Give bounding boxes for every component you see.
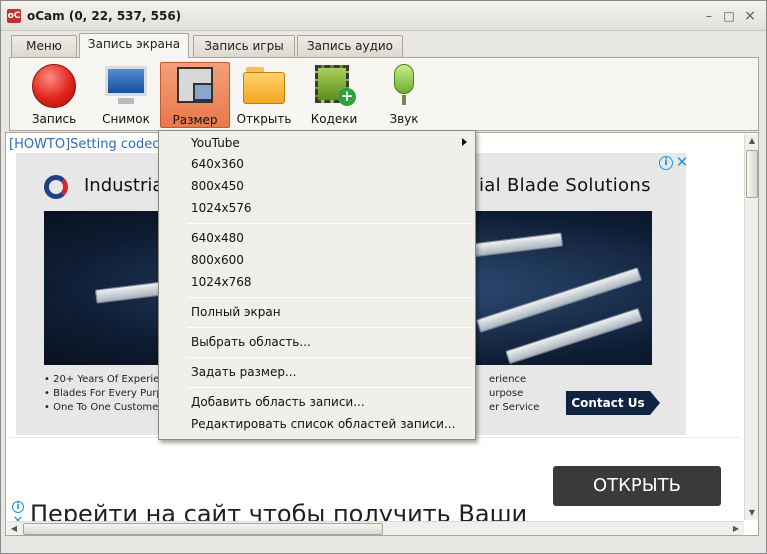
- menu-item-youtube[interactable]: YouTube: [191, 136, 240, 150]
- codecs-button[interactable]: + Кодеки: [304, 62, 364, 128]
- menu-separator: [187, 297, 471, 298]
- open-label: Открыть: [236, 112, 292, 126]
- close-button[interactable]: ×: [742, 8, 758, 24]
- scroll-down-icon[interactable]: ▼: [745, 506, 759, 520]
- size-dropdown-menu: YouTube 640x360 800x450 1024x576 640x480…: [158, 130, 476, 440]
- menu-separator: [187, 223, 471, 224]
- minimize-button[interactable]: –: [701, 8, 717, 24]
- record-label: Запись: [31, 112, 77, 126]
- snapshot-label: Снимок: [102, 112, 150, 126]
- menu-item-fullscreen[interactable]: Полный экран: [191, 305, 281, 319]
- ad-bullet: urpose: [489, 388, 524, 399]
- tab-audio-recording[interactable]: Запись аудио: [297, 35, 403, 57]
- industrial-logo-icon: [44, 175, 72, 199]
- ad-bullet: • 20+ Years Of Experienc: [44, 374, 172, 385]
- menu-item-select-area[interactable]: Выбрать область...: [191, 335, 311, 349]
- menu-item-edit-areas[interactable]: Редактировать список областей записи...: [191, 417, 455, 431]
- snapshot-button[interactable]: Снимок: [96, 62, 156, 128]
- record-icon: [30, 62, 78, 108]
- ad-bullet: erience: [489, 374, 527, 385]
- status-bar: [1, 538, 766, 553]
- sound-label: Звук: [389, 112, 419, 126]
- menu-item-1024x768[interactable]: 1024x768: [191, 275, 252, 289]
- tab-menu[interactable]: Меню: [11, 35, 77, 57]
- size-button[interactable]: Размер: [160, 62, 230, 128]
- contact-us-button[interactable]: Contact Us: [566, 391, 660, 415]
- ad-bullets-right: erience urpose er Service: [489, 373, 539, 415]
- menu-item-set-size[interactable]: Задать размер...: [191, 365, 296, 379]
- vertical-scrollbar[interactable]: ▲ ▼: [744, 134, 758, 520]
- monitor-icon: [102, 62, 150, 108]
- horizontal-scrollbar[interactable]: ◀ ▶: [7, 521, 744, 535]
- ad-bullets-left: • 20+ Years Of Experienc • Blades For Ev…: [44, 373, 174, 415]
- film-icon: +: [310, 62, 358, 108]
- menu-item-800x450[interactable]: 800x450: [191, 179, 244, 193]
- menu-separator: [187, 387, 471, 388]
- tab-screen-recording[interactable]: Запись экрана: [79, 33, 189, 58]
- tab-strip: Меню Запись экрана Запись игры Запись ау…: [9, 33, 759, 58]
- menu-item-800x600[interactable]: 800x600: [191, 253, 244, 267]
- app-icon: oC: [7, 9, 21, 23]
- ad-close-icon[interactable]: ✕: [675, 154, 689, 170]
- menu-item-add-area[interactable]: Добавить область записи...: [191, 395, 365, 409]
- submenu-arrow-icon: [462, 138, 467, 146]
- toolbar: Запись Снимок Размер Открыть + Кодеки Зв…: [9, 57, 759, 131]
- open-button[interactable]: Открыть: [234, 62, 294, 128]
- ad-bullet: • One To One Customer S: [44, 402, 172, 413]
- ad-title-right: ial Blade Solutions: [479, 175, 651, 196]
- menu-separator: [187, 357, 471, 358]
- ad-info-icon[interactable]: i: [659, 156, 673, 170]
- title-bar[interactable]: oC oCam (0, 22, 537, 556) – □ ×: [1, 1, 766, 31]
- tab-game-recording[interactable]: Запись игры: [193, 35, 295, 57]
- menu-item-640x480[interactable]: 640x480: [191, 231, 244, 245]
- record-button[interactable]: Запись: [24, 62, 84, 128]
- ad-bullet: • Blades For Every Purpos: [44, 388, 175, 399]
- resize-icon: [171, 63, 219, 109]
- scroll-up-icon[interactable]: ▲: [745, 134, 759, 148]
- ad-open-button[interactable]: ОТКРЫТЬ: [553, 466, 721, 506]
- ad-title-left: Industrial: [84, 175, 169, 196]
- text-ad[interactable]: ОТКРЫТЬ i ✕ Перейти на сайт чтобы получи…: [10, 437, 740, 533]
- window-title: oCam (0, 22, 537, 556): [27, 9, 182, 23]
- scroll-left-icon[interactable]: ◀: [7, 522, 21, 536]
- horizontal-scroll-thumb[interactable]: [23, 523, 383, 535]
- microphone-icon: [380, 62, 428, 108]
- vertical-scroll-thumb[interactable]: [746, 150, 758, 198]
- scroll-right-icon[interactable]: ▶: [729, 522, 743, 536]
- codecs-label: Кодеки: [310, 112, 358, 126]
- ad-info-icon[interactable]: i: [12, 501, 24, 513]
- menu-item-1024x576[interactable]: 1024x576: [191, 201, 252, 215]
- howto-link[interactable]: [HOWTO]Setting codec-: [9, 137, 164, 152]
- ad-bullet: er Service: [489, 402, 540, 413]
- maximize-button[interactable]: □: [721, 8, 737, 24]
- folder-icon: [240, 62, 288, 108]
- size-label: Размер: [172, 113, 218, 127]
- menu-item-640x360[interactable]: 640x360: [191, 157, 244, 171]
- sound-button[interactable]: Звук: [374, 62, 434, 128]
- menu-separator: [187, 327, 471, 328]
